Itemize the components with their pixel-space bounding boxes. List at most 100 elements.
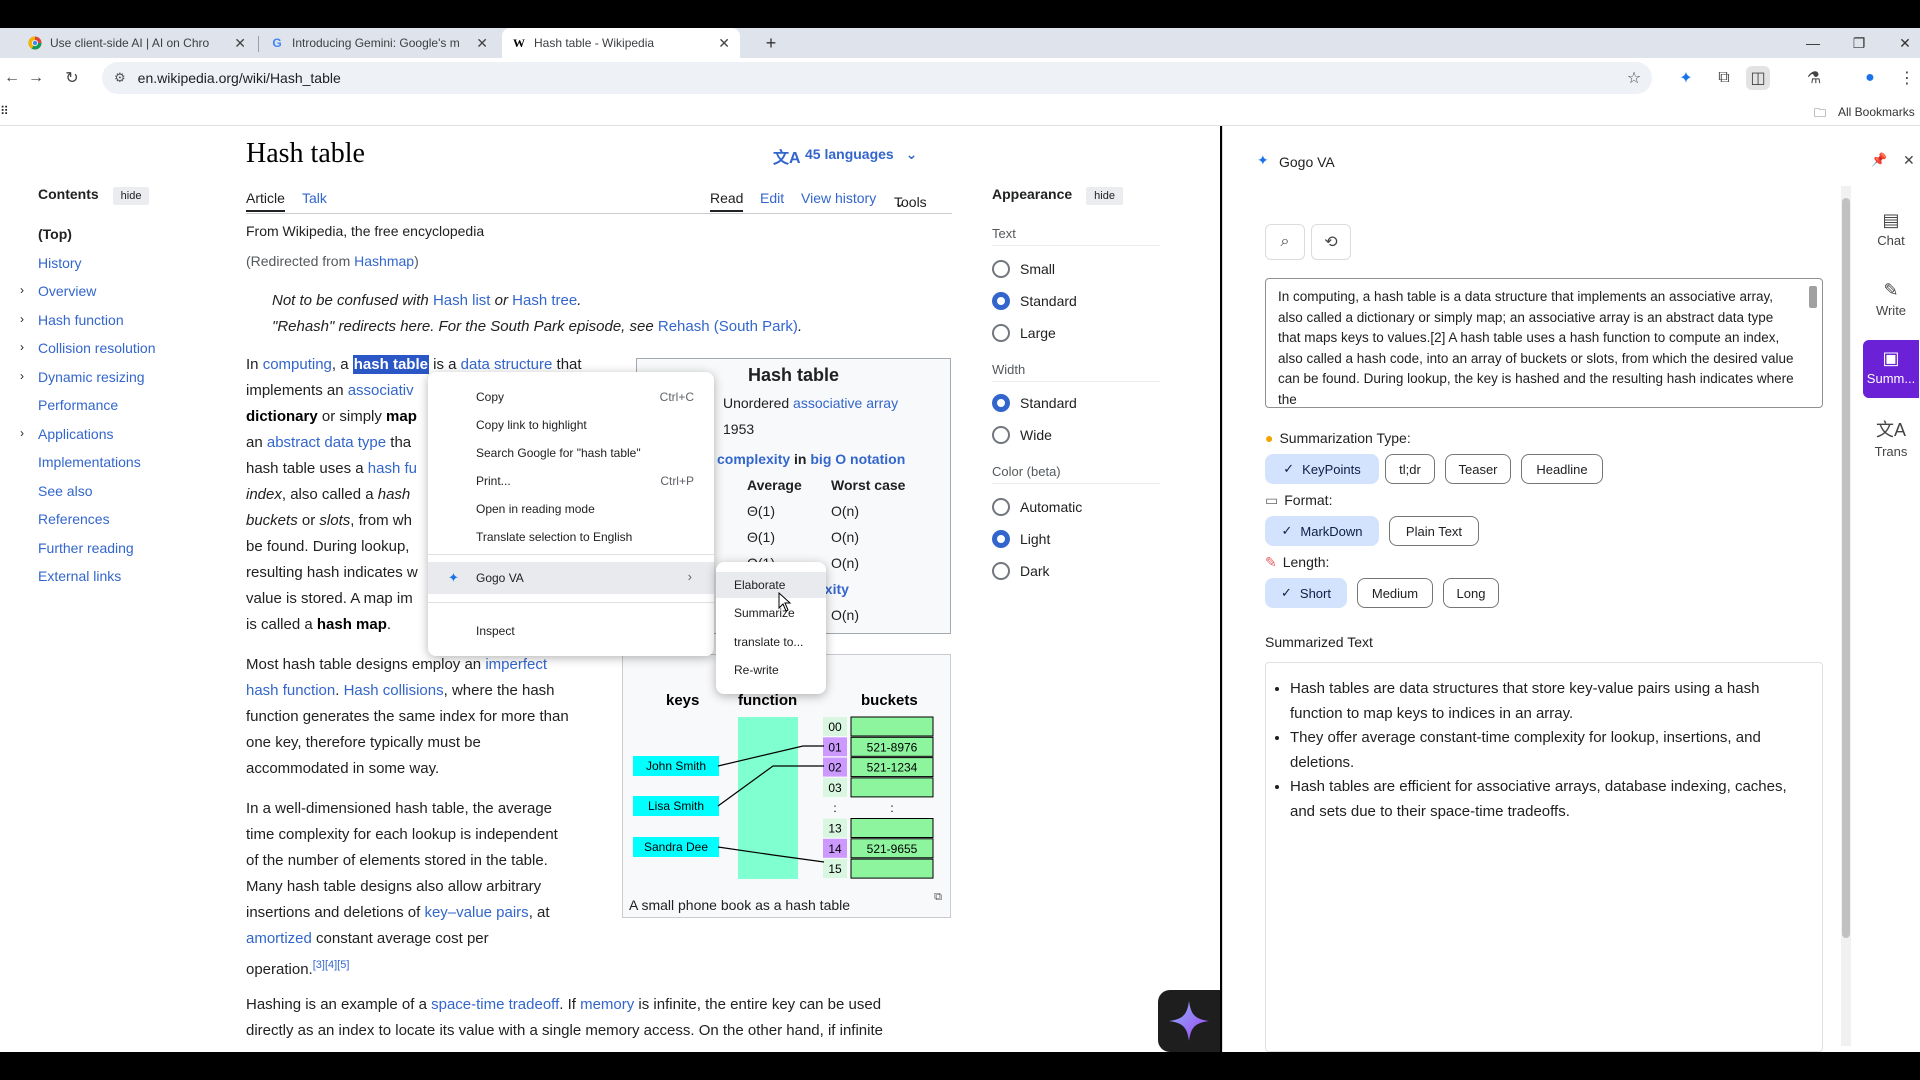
menu-item-inspect[interactable]: Inspect <box>476 624 515 638</box>
amortized-link[interactable]: amortized <box>246 930 312 947</box>
tab-edit[interactable]: Edit <box>760 190 784 206</box>
toc-item-implementations[interactable]: Implementations <box>38 454 141 470</box>
textarea-scrollbar-thumb[interactable] <box>1809 286 1817 308</box>
complexity-link[interactable]: complexity <box>717 451 790 467</box>
toc-item-external-links[interactable]: External links <box>38 568 121 584</box>
rail-write-button[interactable]: ✎ Write <box>1863 280 1919 318</box>
rail-chat-button[interactable]: ▤ Chat <box>1863 210 1919 248</box>
chevron-right-icon[interactable]: › <box>20 369 24 383</box>
tab-view-history[interactable]: View history <box>801 190 876 206</box>
history-icon[interactable]: ⟲ <box>1311 224 1351 260</box>
toc-item-further-reading[interactable]: Further reading <box>38 540 134 556</box>
memory-link[interactable]: memory <box>580 996 634 1013</box>
radio-small[interactable] <box>992 260 1010 278</box>
pin-icon[interactable]: 📌 <box>1871 152 1887 168</box>
hash-tree-link[interactable]: Hash tree <box>512 292 577 309</box>
key-value-pairs-link[interactable]: key–value pairs <box>424 904 528 921</box>
address-bar[interactable]: ⚙ en.wikipedia.org/wiki/Hash_table <box>102 62 1652 94</box>
toc-item-dynamic-resizing[interactable]: Dynamic resizing <box>38 369 145 385</box>
tab-talk[interactable]: Talk <box>302 190 327 206</box>
chevron-right-icon[interactable]: › <box>20 283 24 297</box>
radio-width-wide[interactable] <box>992 426 1010 444</box>
extensions-icon[interactable]: ⧉ <box>1712 66 1736 90</box>
toc-item-references[interactable]: References <box>38 511 110 527</box>
apps-grid-icon[interactable]: ⠿ <box>0 104 9 118</box>
space-time-tradeoff-link[interactable]: space-time tradeoff <box>431 996 559 1013</box>
radio-dark[interactable] <box>992 562 1010 580</box>
menu-item-reading-mode[interactable]: Open in reading mode <box>476 502 595 516</box>
labs-flask-icon[interactable]: ⚗ <box>1802 66 1826 90</box>
tab-3-active[interactable]: W Hash table - Wikipedia ✕ <box>502 28 740 58</box>
close-icon[interactable]: ✕ <box>718 35 730 52</box>
floating-assistant-button[interactable] <box>1158 990 1220 1052</box>
close-window-button[interactable]: ✕ <box>1882 28 1920 58</box>
panel-scrollbar-thumb[interactable] <box>1842 198 1850 938</box>
toc-item-hash-function[interactable]: Hash function <box>38 312 124 328</box>
data-structure-link[interactable]: data structure <box>461 356 553 373</box>
enlarge-icon[interactable]: ⧉ <box>934 891 942 904</box>
tab-article[interactable]: Article <box>246 190 285 212</box>
hash-list-link[interactable]: Hash list <box>433 292 491 309</box>
length-short-button[interactable]: ✓ Short <box>1265 578 1347 608</box>
submenu-elaborate[interactable]: Elaborate <box>734 578 785 592</box>
rail-summarize-button-active[interactable]: ▣ Summ... <box>1863 340 1919 398</box>
search-icon[interactable]: ⌕ <box>1265 224 1305 260</box>
forward-icon[interactable]: → <box>24 66 48 90</box>
citation-links[interactable]: [3][4][5] <box>313 959 350 971</box>
side-panel-icon[interactable]: ◫ <box>1746 66 1770 90</box>
radio-width-standard[interactable] <box>992 394 1010 412</box>
close-icon[interactable]: ✕ <box>476 35 488 52</box>
minimize-button[interactable]: — <box>1790 28 1836 58</box>
tab-2[interactable]: G Introducing Gemini: Google's m ✕ <box>260 28 498 58</box>
type-headline-button[interactable]: Headline <box>1521 454 1603 484</box>
profile-avatar-icon[interactable]: ● <box>1858 66 1882 90</box>
tab-read[interactable]: Read <box>710 190 744 212</box>
gemini-icon[interactable]: ✦ <box>1674 66 1698 90</box>
submenu-rewrite[interactable]: Re-write <box>734 663 779 677</box>
selected-text[interactable]: hash table <box>352 355 429 374</box>
toc-item-performance[interactable]: Performance <box>38 397 118 413</box>
menu-item-print[interactable]: Print... <box>476 474 511 488</box>
toc-item-applications[interactable]: Applications <box>38 426 114 442</box>
abstract-data-type-link[interactable]: abstract data type <box>267 434 386 451</box>
chevron-right-icon[interactable]: › <box>20 340 24 354</box>
close-icon[interactable]: ✕ <box>234 35 246 52</box>
menu-item-copy[interactable]: Copy <box>476 390 504 404</box>
bookmark-star-icon[interactable]: ☆ <box>1622 66 1646 90</box>
site-info-icon[interactable]: ⚙ <box>114 70 126 86</box>
toc-item-collision-resolution[interactable]: Collision resolution <box>38 340 156 356</box>
computing-link[interactable]: computing <box>263 356 332 373</box>
all-bookmarks-link[interactable]: All Bookmarks <box>1838 105 1915 119</box>
rehash-link[interactable]: Rehash (South Park) <box>658 318 798 335</box>
hash-collisions-link[interactable]: Hash collisions <box>344 682 444 699</box>
radio-light[interactable] <box>992 530 1010 548</box>
format-markdown-button[interactable]: ✓ MarkDown <box>1265 516 1379 546</box>
length-long-button[interactable]: Long <box>1443 578 1499 608</box>
radio-automatic[interactable] <box>992 498 1010 516</box>
reload-icon[interactable]: ↻ <box>60 66 84 90</box>
big-o-link[interactable]: big O notation <box>810 451 905 467</box>
imperfect-link[interactable]: imperfect <box>485 656 547 673</box>
languages-button[interactable]: 文A 45 languages ⌄ <box>773 146 917 167</box>
submenu-translate[interactable]: translate to... <box>734 635 803 649</box>
radio-standard[interactable] <box>992 292 1010 310</box>
radio-large[interactable] <box>992 324 1010 342</box>
appearance-hide-button[interactable]: hide <box>1086 187 1123 205</box>
hash-function-link-2[interactable]: hash function <box>246 682 335 699</box>
menu-kebab-icon[interactable]: ⋮ <box>1895 66 1919 90</box>
chevron-right-icon[interactable]: › <box>20 426 24 440</box>
toc-item-see-also[interactable]: See also <box>38 483 92 499</box>
hashmap-link[interactable]: Hashmap <box>354 253 414 269</box>
type-keypoints-button[interactable]: ✓ KeyPoints <box>1265 454 1379 484</box>
tab-1[interactable]: Use client-side AI | AI on Chro ✕ <box>18 28 256 58</box>
source-text-area[interactable]: In computing, a hash table is a data str… <box>1265 278 1823 408</box>
toc-item-history[interactable]: History <box>38 255 82 271</box>
toc-item-overview[interactable]: Overview <box>38 283 96 299</box>
rail-translate-button[interactable]: 文A Trans <box>1863 416 1919 459</box>
associative-array-link[interactable]: associative array <box>793 395 898 411</box>
hash-function-link[interactable]: hash fu <box>368 460 417 477</box>
length-medium-button[interactable]: Medium <box>1357 578 1433 608</box>
close-icon[interactable]: ✕ <box>1903 152 1915 169</box>
type-teaser-button[interactable]: Teaser <box>1445 454 1511 484</box>
toc-hide-button[interactable]: hide <box>112 187 150 205</box>
